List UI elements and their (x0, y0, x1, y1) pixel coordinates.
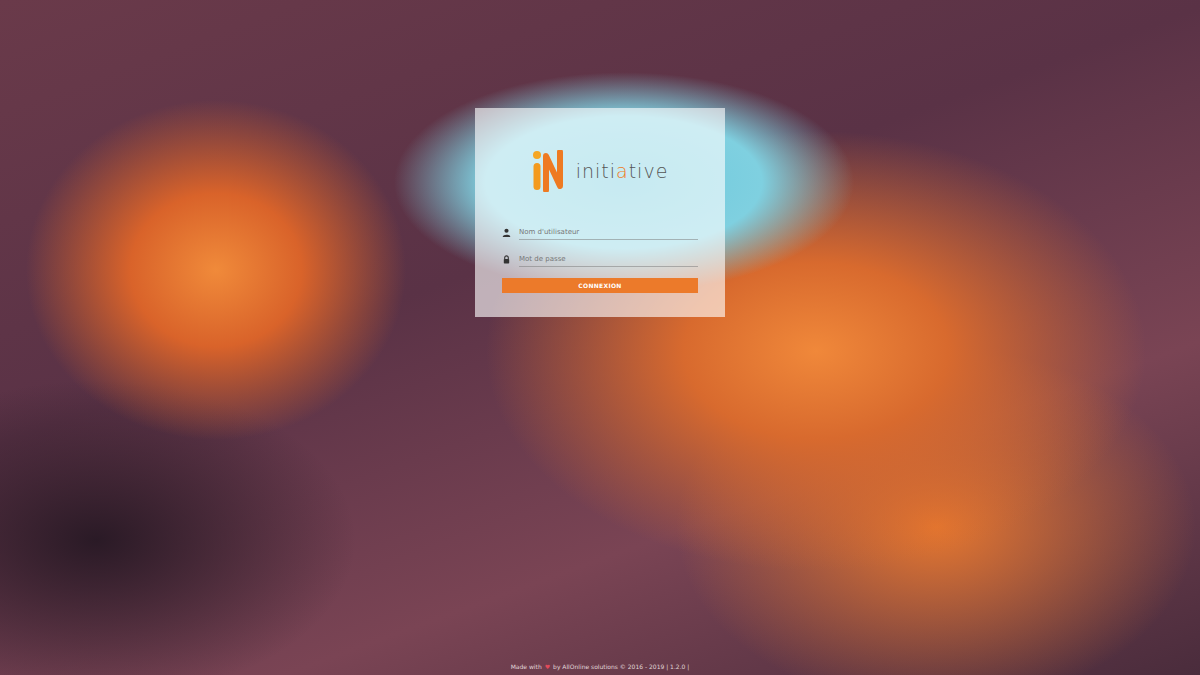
login-button[interactable]: CONNEXION (502, 278, 698, 293)
logo-text-part: a (616, 160, 629, 182)
login-input[interactable] (519, 225, 698, 240)
heart-icon: ♥ (545, 663, 550, 670)
login-field (502, 251, 698, 268)
footer-text: by AllOnline solutions © 2016 - 2019 | 1… (553, 663, 689, 670)
login-field (502, 224, 698, 241)
login-page: initiative CONNEXION Made with♥by AllOnlin… (0, 0, 1200, 675)
logo-text: initiative (576, 160, 669, 182)
logo-text-part: tive (629, 160, 669, 182)
login-input[interactable] (519, 252, 698, 267)
logo-mark-icon (532, 150, 568, 192)
lock-icon (502, 255, 511, 264)
user-icon (502, 228, 511, 237)
login-card: initiative CONNEXION (475, 108, 725, 317)
logo: initiative (502, 150, 698, 192)
login-form (502, 224, 698, 268)
footer: Made with♥by AllOnline solutions © 2016 … (511, 663, 690, 675)
footer-text: Made with (511, 663, 542, 670)
logo-text-part: initi (576, 160, 616, 182)
